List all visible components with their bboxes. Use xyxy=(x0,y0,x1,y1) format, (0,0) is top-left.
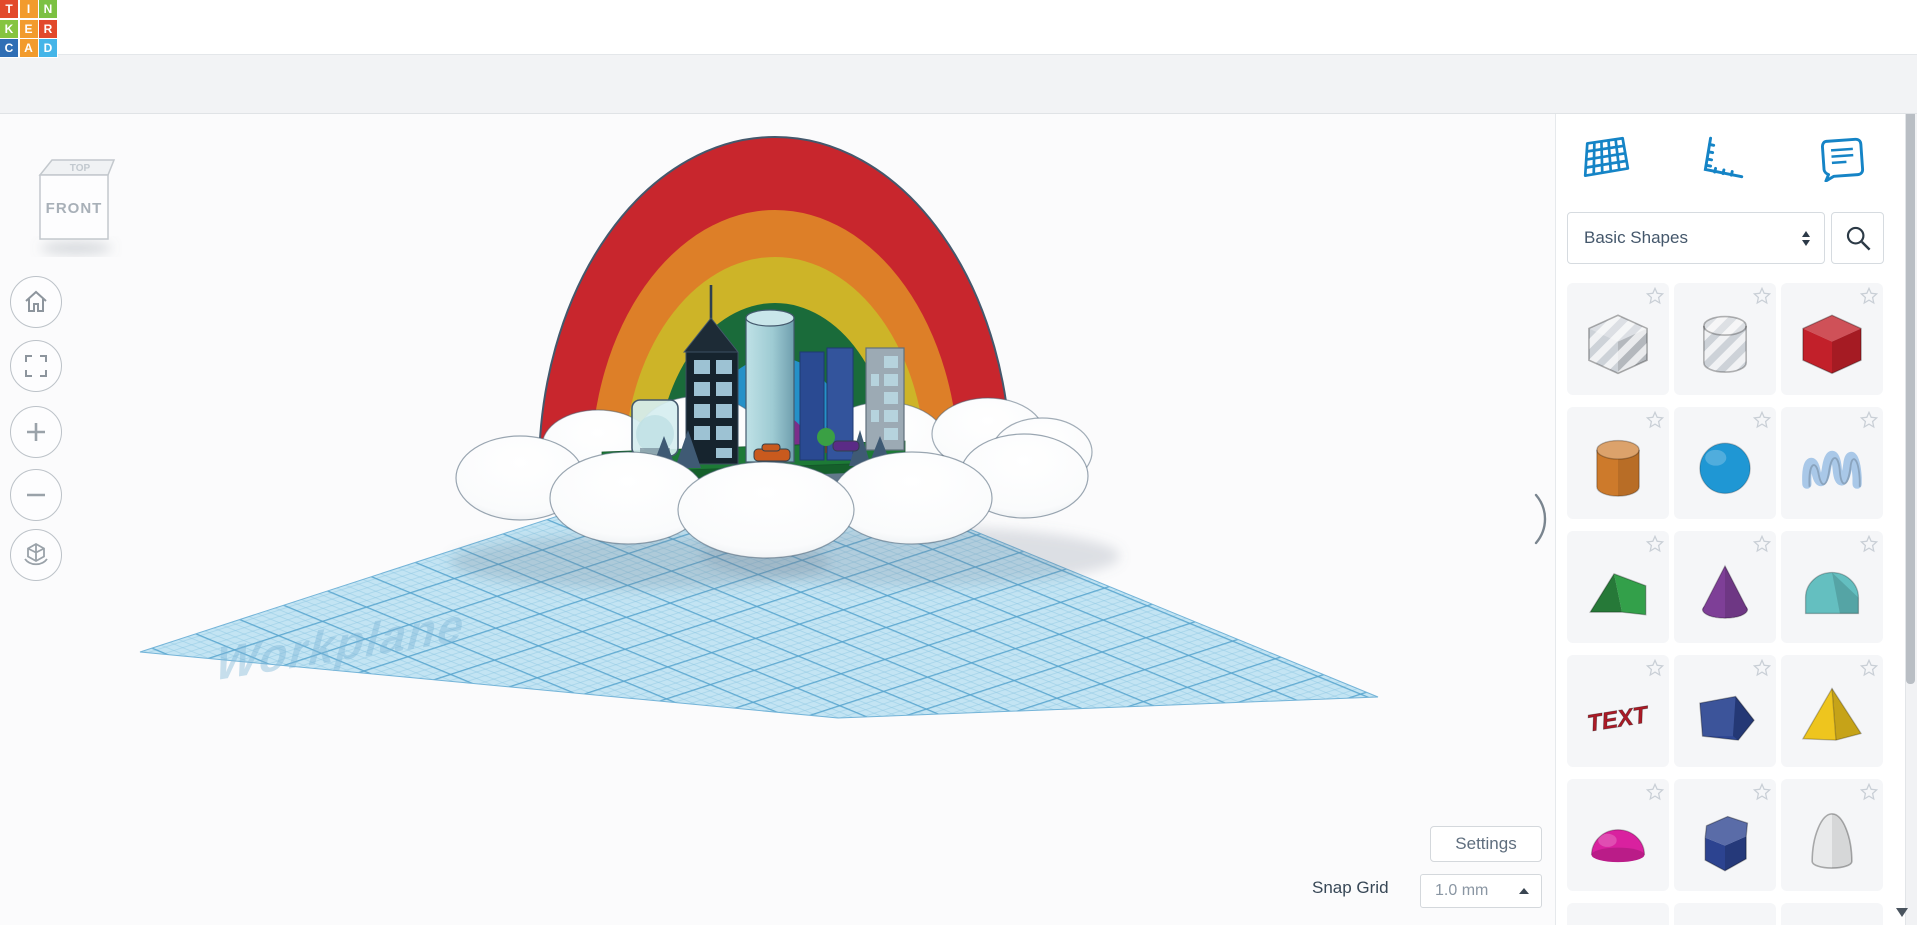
shape-card-box[interactable] xyxy=(1781,283,1883,395)
shape-search-button[interactable] xyxy=(1831,212,1884,264)
logo-tile: N xyxy=(39,0,57,18)
round-roof-thumbnail xyxy=(1795,551,1869,631)
shape-card-text[interactable]: TEXT xyxy=(1567,655,1669,767)
sphere-thumbnail xyxy=(1688,427,1762,507)
zoom-out-button[interactable] xyxy=(10,469,62,521)
logo-tile: E xyxy=(20,20,38,38)
logo-tile: R xyxy=(39,20,57,38)
header-bar xyxy=(0,0,1917,55)
polygon-thumbnail xyxy=(1688,799,1762,879)
svg-text:TEXT: TEXT xyxy=(1585,701,1652,738)
snap-grid-label: Snap Grid xyxy=(1312,878,1389,898)
perspective-toggle-button[interactable] xyxy=(10,529,62,581)
shape-card-hole-cylinder[interactable] xyxy=(1674,283,1776,395)
scribble-thumbnail xyxy=(1795,427,1869,507)
settings-button[interactable]: Settings xyxy=(1430,826,1542,862)
tinkercad-logo[interactable]: T I N K E R C A D xyxy=(0,0,58,58)
cylinder-thumbnail xyxy=(1581,427,1655,507)
logo-tile: T xyxy=(0,0,18,18)
half-sphere-thumbnail xyxy=(1581,799,1655,879)
snap-grid-value: 1.0 mm xyxy=(1435,882,1519,900)
logo-tile: C xyxy=(0,39,18,57)
shape-card-sphere[interactable] xyxy=(1674,407,1776,519)
shape-card-partial[interactable] xyxy=(1567,903,1669,925)
view-cube-top-label: TOP xyxy=(70,163,91,174)
shape-card-partial[interactable] xyxy=(1781,903,1883,925)
panel-collapse-chevron-icon[interactable] xyxy=(1532,491,1552,547)
home-view-button[interactable] xyxy=(10,276,62,328)
box-thumbnail xyxy=(1795,303,1869,383)
shape-card-wedge[interactable] xyxy=(1674,655,1776,767)
wedge-thumbnail xyxy=(1688,675,1762,755)
tinkercad-app: T I N K E R C A D Colors of the Rainbow … xyxy=(0,0,1917,925)
shape-card-cone[interactable] xyxy=(1674,531,1776,643)
hole-box-thumbnail xyxy=(1581,303,1655,383)
notes-tool-button[interactable] xyxy=(1814,132,1870,184)
shape-card-half-sphere[interactable] xyxy=(1567,779,1669,891)
pyramid-thumbnail xyxy=(1795,675,1869,755)
shape-card-roof[interactable] xyxy=(1567,531,1669,643)
logo-tile: I xyxy=(20,0,38,18)
shape-card-paraboloid[interactable] xyxy=(1781,779,1883,891)
zoom-in-button[interactable] xyxy=(10,406,62,458)
shape-category-select[interactable]: Basic Shapes xyxy=(1567,212,1825,264)
paraboloid-thumbnail xyxy=(1795,799,1869,879)
3d-viewport[interactable]: Workplane TOP FRONT xyxy=(0,113,1554,925)
select-arrows-icon xyxy=(1802,231,1810,246)
fit-view-button[interactable] xyxy=(10,340,62,392)
scrollbar-thumb[interactable] xyxy=(1906,22,1915,684)
view-cube-front-label: FRONT xyxy=(46,200,103,217)
shape-card-round-roof[interactable] xyxy=(1781,531,1883,643)
shape-card-cylinder[interactable] xyxy=(1567,407,1669,519)
scrollbar-down-icon[interactable] xyxy=(1896,908,1908,917)
shape-card-polygon[interactable] xyxy=(1674,779,1776,891)
shape-grid: TEXT xyxy=(1567,283,1887,925)
shape-card-partial[interactable] xyxy=(1674,903,1776,925)
scene[interactable] xyxy=(0,113,1554,925)
shapes-panel: Basic Shapes xyxy=(1555,113,1905,925)
roof-thumbnail xyxy=(1581,551,1655,631)
cone-thumbnail xyxy=(1688,551,1762,631)
search-icon xyxy=(1841,221,1875,255)
ruler-tool-button[interactable] xyxy=(1694,132,1750,184)
logo-tile: K xyxy=(0,20,18,38)
shape-card-pyramid[interactable] xyxy=(1781,655,1883,767)
snap-dropdown-arrow-icon xyxy=(1519,888,1529,894)
edit-toolbar xyxy=(0,54,1917,114)
shape-category-value: Basic Shapes xyxy=(1584,228,1802,248)
shape-card-hole-box[interactable] xyxy=(1567,283,1669,395)
text-thumbnail: TEXT xyxy=(1581,675,1655,755)
snap-grid-select[interactable]: 1.0 mm xyxy=(1420,874,1542,908)
logo-tile: A xyxy=(20,39,38,57)
view-cube[interactable]: TOP FRONT xyxy=(30,151,122,257)
toggle-workplane-button[interactable] xyxy=(1578,132,1634,184)
shape-card-scribble[interactable] xyxy=(1781,407,1883,519)
hole-cylinder-thumbnail xyxy=(1688,303,1762,383)
logo-tile: D xyxy=(39,39,57,57)
